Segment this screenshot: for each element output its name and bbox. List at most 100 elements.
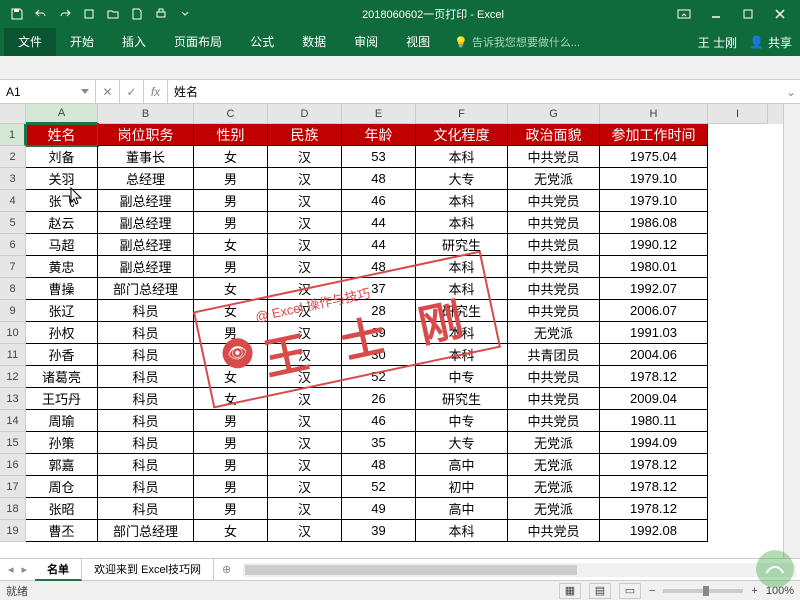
data-cell[interactable]: 中专 <box>416 366 508 388</box>
user-name[interactable]: 王 士刚 <box>698 34 737 51</box>
row-header[interactable]: 6 <box>0 234 26 256</box>
row-header[interactable]: 1 <box>0 124 26 146</box>
data-cell[interactable]: 48 <box>342 454 416 476</box>
data-cell[interactable]: 女 <box>194 388 268 410</box>
row-header[interactable]: 8 <box>0 278 26 300</box>
tab-file[interactable]: 文件 <box>4 28 56 56</box>
data-cell[interactable]: 男 <box>194 498 268 520</box>
data-cell[interactable]: 张飞 <box>26 190 98 212</box>
data-cell[interactable]: 本科 <box>416 520 508 542</box>
data-cell[interactable]: 中共党员 <box>508 300 600 322</box>
row-header[interactable]: 14 <box>0 410 26 432</box>
data-cell[interactable]: 本科 <box>416 344 508 366</box>
zoom-minus-icon[interactable]: − <box>649 585 655 597</box>
data-cell[interactable]: 研究生 <box>416 234 508 256</box>
data-cell[interactable]: 汉 <box>268 256 342 278</box>
column-header[interactable]: A <box>26 104 98 124</box>
row-header[interactable]: 4 <box>0 190 26 212</box>
normal-view-icon[interactable]: ▦ <box>559 583 581 599</box>
data-cell[interactable]: 女 <box>194 366 268 388</box>
data-cell[interactable]: 52 <box>342 476 416 498</box>
data-cell[interactable]: 46 <box>342 410 416 432</box>
data-cell[interactable]: 44 <box>342 212 416 234</box>
row-header[interactable]: 12 <box>0 366 26 388</box>
data-cell[interactable]: 女 <box>194 278 268 300</box>
data-cell[interactable]: 1978.12 <box>600 366 708 388</box>
column-header[interactable]: E <box>342 104 416 124</box>
data-cell[interactable]: 汉 <box>268 454 342 476</box>
scroll-thumb[interactable] <box>245 565 577 575</box>
data-cell[interactable]: 39 <box>342 520 416 542</box>
data-cell[interactable]: 张辽 <box>26 300 98 322</box>
data-cell[interactable]: 1980.11 <box>600 410 708 432</box>
row-header[interactable]: 19 <box>0 520 26 542</box>
data-cell[interactable]: 汉 <box>268 322 342 344</box>
tab-view[interactable]: 视图 <box>392 28 444 56</box>
data-cell[interactable]: 1979.10 <box>600 190 708 212</box>
data-cell[interactable]: 女 <box>194 300 268 322</box>
sheet-tab-active[interactable]: 名单 <box>35 559 82 581</box>
data-cell[interactable]: 初中 <box>416 476 508 498</box>
select-all-corner[interactable] <box>0 104 26 124</box>
data-cell[interactable]: 科员 <box>98 366 194 388</box>
data-cell[interactable]: 1990.12 <box>600 234 708 256</box>
header-cell[interactable]: 岗位职务 <box>98 124 194 146</box>
data-cell[interactable]: 无党派 <box>508 476 600 498</box>
data-cell[interactable]: 周仓 <box>26 476 98 498</box>
close-icon[interactable] <box>766 4 794 24</box>
data-cell[interactable]: 52 <box>342 366 416 388</box>
data-cell[interactable]: 中共党员 <box>508 366 600 388</box>
data-cell[interactable]: 1992.08 <box>600 520 708 542</box>
fx-icon[interactable]: fx <box>144 80 168 103</box>
ribbon-options-icon[interactable] <box>670 4 698 24</box>
data-cell[interactable]: 科员 <box>98 498 194 520</box>
data-cell[interactable]: 汉 <box>268 278 342 300</box>
data-cell[interactable]: 中共党员 <box>508 256 600 278</box>
add-sheet-icon[interactable]: ⊕ <box>214 563 239 576</box>
data-cell[interactable]: 研究生 <box>416 388 508 410</box>
data-cell[interactable]: 汉 <box>268 146 342 168</box>
data-cell[interactable]: 中共党员 <box>508 212 600 234</box>
data-cell[interactable]: 高中 <box>416 498 508 520</box>
data-cell[interactable]: 部门总经理 <box>98 520 194 542</box>
formula-input[interactable]: 姓名 <box>168 80 782 103</box>
row-header[interactable]: 9 <box>0 300 26 322</box>
share-button[interactable]: 👤 共享 <box>749 34 792 51</box>
data-cell[interactable]: 部门总经理 <box>98 278 194 300</box>
tab-formulas[interactable]: 公式 <box>236 28 288 56</box>
data-cell[interactable]: 1980.01 <box>600 256 708 278</box>
qat-more-icon[interactable] <box>174 3 196 25</box>
data-cell[interactable]: 汉 <box>268 520 342 542</box>
data-cell[interactable]: 汉 <box>268 388 342 410</box>
data-cell[interactable]: 科员 <box>98 432 194 454</box>
data-cell[interactable]: 孙权 <box>26 322 98 344</box>
column-header[interactable]: G <box>508 104 600 124</box>
page-break-icon[interactable]: ▭ <box>619 583 641 599</box>
data-cell[interactable]: 本科 <box>416 212 508 234</box>
undo-icon[interactable] <box>30 3 52 25</box>
data-cell[interactable]: 赵云 <box>26 212 98 234</box>
tab-home[interactable]: 开始 <box>56 28 108 56</box>
data-cell[interactable]: 男 <box>194 454 268 476</box>
row-header[interactable]: 15 <box>0 432 26 454</box>
data-cell[interactable]: 汉 <box>268 476 342 498</box>
data-cell[interactable]: 汉 <box>268 234 342 256</box>
data-cell[interactable]: 汉 <box>268 168 342 190</box>
header-cell[interactable]: 性别 <box>194 124 268 146</box>
data-cell[interactable]: 本科 <box>416 146 508 168</box>
data-cell[interactable]: 39 <box>342 322 416 344</box>
row-header[interactable]: 17 <box>0 476 26 498</box>
data-cell[interactable]: 44 <box>342 234 416 256</box>
data-cell[interactable]: 48 <box>342 168 416 190</box>
data-cell[interactable]: 无党派 <box>508 498 600 520</box>
data-cell[interactable]: 1978.12 <box>600 454 708 476</box>
data-cell[interactable]: 本科 <box>416 190 508 212</box>
data-cell[interactable]: 汉 <box>268 300 342 322</box>
nav-prev-icon[interactable]: ◂ <box>8 563 14 576</box>
data-cell[interactable]: 男 <box>194 212 268 234</box>
data-cell[interactable]: 1986.08 <box>600 212 708 234</box>
data-cell[interactable]: 科员 <box>98 322 194 344</box>
column-header[interactable]: B <box>98 104 194 124</box>
data-cell[interactable]: 总经理 <box>98 168 194 190</box>
data-cell[interactable]: 中共党员 <box>508 520 600 542</box>
